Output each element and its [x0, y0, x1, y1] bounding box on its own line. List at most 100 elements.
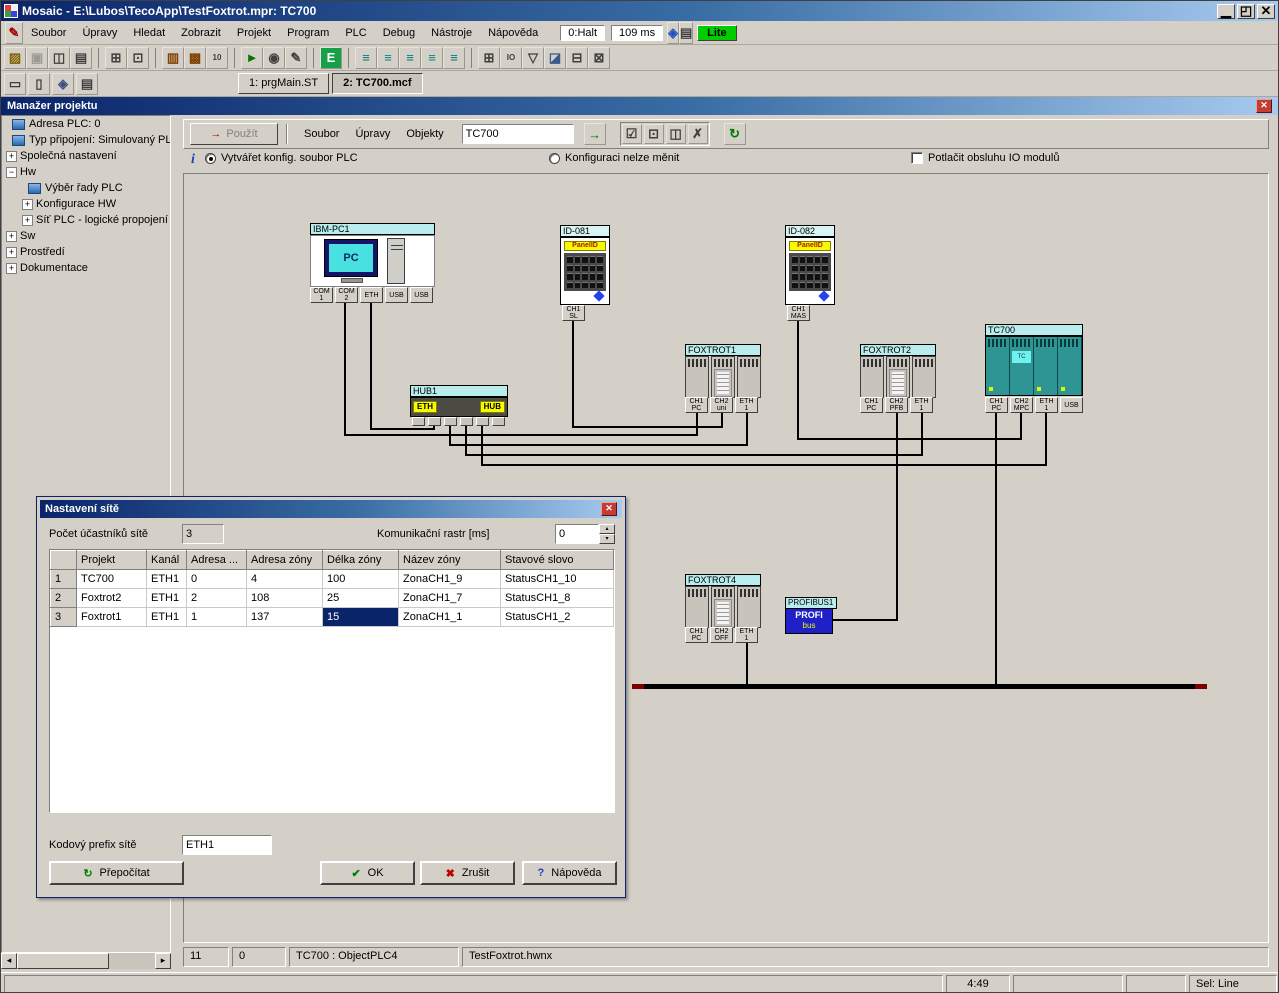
table-column-header[interactable]: Kanál: [147, 551, 187, 570]
dialog-close-icon[interactable]: ✕: [601, 502, 617, 516]
tree-expander-icon[interactable]: +: [6, 247, 17, 258]
port-usb[interactable]: USB: [1060, 397, 1083, 413]
table-cell[interactable]: ETH1: [147, 608, 187, 627]
table-column-header[interactable]: Adresa zóny: [247, 551, 323, 570]
tree-expander-icon[interactable]: +: [22, 199, 33, 210]
port-ch1-sl[interactable]: CH1SL: [562, 305, 585, 321]
dialog-title-bar[interactable]: Nastavení sítě ✕: [40, 500, 622, 518]
table-cell[interactable]: 137: [247, 608, 323, 627]
filter-icon[interactable]: ▽: [522, 47, 544, 69]
table-cell[interactable]: ZonaCH1_9: [399, 570, 501, 589]
device-foxtrot2[interactable]: FOXTROT2 CH1PCCH2PFBETH1: [860, 344, 936, 356]
hub-port[interactable]: [476, 417, 489, 426]
prefix-field[interactable]: [182, 835, 272, 855]
port-com-1[interactable]: COM1: [310, 287, 333, 303]
compile-icon[interactable]: ▥: [162, 47, 184, 69]
table-column-header[interactable]: Název zóny: [399, 551, 501, 570]
tools-icon[interactable]: ✎: [285, 47, 307, 69]
participants-field[interactable]: [182, 524, 224, 544]
apply-button[interactable]: → Použít: [190, 123, 278, 145]
device-id-082[interactable]: ID-082 PanelID CH1MAS: [785, 225, 835, 237]
view-var-icon[interactable]: ≡: [377, 47, 399, 69]
port-ch1-pc[interactable]: CH1PC: [860, 397, 883, 413]
paste-config-icon[interactable]: ◫: [666, 124, 686, 144]
port-ch1-mas[interactable]: CH1MAS: [787, 305, 810, 321]
ok-button[interactable]: ✔ OK: [320, 861, 415, 885]
scroll-right-icon[interactable]: ▸: [155, 953, 171, 969]
table-column-header[interactable]: Délka zóny: [323, 551, 399, 570]
scroll-left-icon[interactable]: ◂: [1, 953, 17, 969]
row-number-cell[interactable]: 2: [51, 589, 77, 608]
tab-1-prgmain-st[interactable]: 1: prgMain.ST: [238, 73, 329, 94]
print-preview-icon[interactable]: ◫: [48, 47, 70, 69]
device-foxtrot4[interactable]: FOXTROT4 CH1PCCH2OFFETH1: [685, 574, 761, 586]
cancel-button[interactable]: ✖ Zrušit: [420, 861, 515, 885]
table-cell[interactable]: 2: [187, 589, 247, 608]
menu-zobrazit[interactable]: Zobrazit: [173, 24, 229, 42]
tree-item[interactable]: −Hw: [2, 164, 170, 180]
tree-item[interactable]: +Konfigurace HW: [2, 196, 170, 212]
port-ch2-uni[interactable]: CH2uni: [710, 397, 733, 413]
config-name-input[interactable]: [462, 124, 574, 144]
pou-new-icon[interactable]: ▭: [4, 73, 26, 95]
menu-nápověda[interactable]: Nápověda: [480, 24, 546, 42]
device-profibus1[interactable]: PROFIBUS1 PROFI bus: [785, 597, 837, 609]
project-settings-icon[interactable]: ◈: [52, 73, 74, 95]
tree-horizontal-scrollbar[interactable]: ◂ ▸: [1, 953, 171, 969]
port-ch1-pc[interactable]: CH1PC: [985, 397, 1008, 413]
raster-field[interactable]: [555, 524, 599, 544]
table-cell[interactable]: ZonaCH1_1: [399, 608, 501, 627]
view-mixed-icon[interactable]: ≡: [399, 47, 421, 69]
table-cell[interactable]: Foxtrot1: [77, 608, 147, 627]
pou-open-icon[interactable]: ▯: [28, 73, 50, 95]
copy-config-icon[interactable]: ⊡: [644, 124, 664, 144]
hub-port[interactable]: [412, 417, 425, 426]
port-ch1-pc[interactable]: CH1PC: [685, 397, 708, 413]
tree-item[interactable]: Výběr řady PLC: [2, 180, 170, 196]
tree-expander-icon[interactable]: +: [6, 151, 17, 162]
table-column-header[interactable]: [51, 551, 77, 570]
raster-spinner[interactable]: ▴ ▾: [599, 524, 615, 544]
calc-table-icon[interactable]: ⊟: [566, 47, 588, 69]
port-usb[interactable]: USB: [385, 287, 408, 303]
port-eth-1[interactable]: ETH1: [735, 397, 758, 413]
table-cell[interactable]: 100: [323, 570, 399, 589]
port-eth-1[interactable]: ETH1: [735, 627, 758, 643]
menu-hledat[interactable]: Hledat: [125, 24, 173, 42]
table-cell[interactable]: ETH1: [147, 589, 187, 608]
table-cell[interactable]: 108: [247, 589, 323, 608]
port-ch2-off[interactable]: CH2OFF: [710, 627, 733, 643]
scroll-thumb[interactable]: [17, 953, 109, 969]
device-id-081[interactable]: ID-081 PanelID CH1SL: [560, 225, 610, 237]
tree-expander-icon[interactable]: −: [6, 167, 17, 178]
new-object-icon[interactable]: ⊞: [105, 47, 127, 69]
editor-e-icon[interactable]: E: [320, 47, 342, 69]
tab-2-tc700-mcf[interactable]: 2: TC700.mcf: [332, 73, 422, 94]
device-hub1[interactable]: HUB1 ETH HUB: [410, 385, 508, 397]
row-number-cell[interactable]: 1: [51, 570, 77, 589]
port-com-2[interactable]: COM2: [335, 287, 358, 303]
send-config-icon[interactable]: →: [584, 123, 606, 145]
tree-expander-icon[interactable]: +: [6, 263, 17, 274]
hub-port[interactable]: [460, 417, 473, 426]
menu-úpravy[interactable]: Úpravy: [74, 24, 125, 42]
table-cell[interactable]: ZonaCH1_7: [399, 589, 501, 608]
table-cell[interactable]: 1: [187, 608, 247, 627]
menu-plc[interactable]: PLC: [337, 24, 374, 42]
view-pou-icon[interactable]: ≡: [355, 47, 377, 69]
table-column-header[interactable]: Adresa ...: [187, 551, 247, 570]
copy-object-icon[interactable]: ⊡: [127, 47, 149, 69]
network-status-icon[interactable]: ◈: [667, 22, 679, 44]
mosaic-page-icon[interactable]: ✎: [5, 22, 23, 44]
menu-projekt[interactable]: Projekt: [229, 24, 279, 42]
spinner-down-icon[interactable]: ▾: [599, 534, 615, 544]
config-menu-objekty[interactable]: Objekty: [398, 125, 451, 143]
run-icon[interactable]: ►: [241, 47, 263, 69]
verify-objects-icon[interactable]: ☑: [622, 124, 642, 144]
device-ibm-pc1[interactable]: IBM-PC1 PC COM1COM2ETHUSBUSB: [310, 223, 435, 235]
hub-port[interactable]: [428, 417, 441, 426]
port-eth[interactable]: ETH: [360, 287, 383, 303]
view-list-icon[interactable]: ≡: [443, 47, 465, 69]
menu-debug[interactable]: Debug: [375, 24, 423, 42]
table-column-header[interactable]: Stavové slovo: [501, 551, 614, 570]
